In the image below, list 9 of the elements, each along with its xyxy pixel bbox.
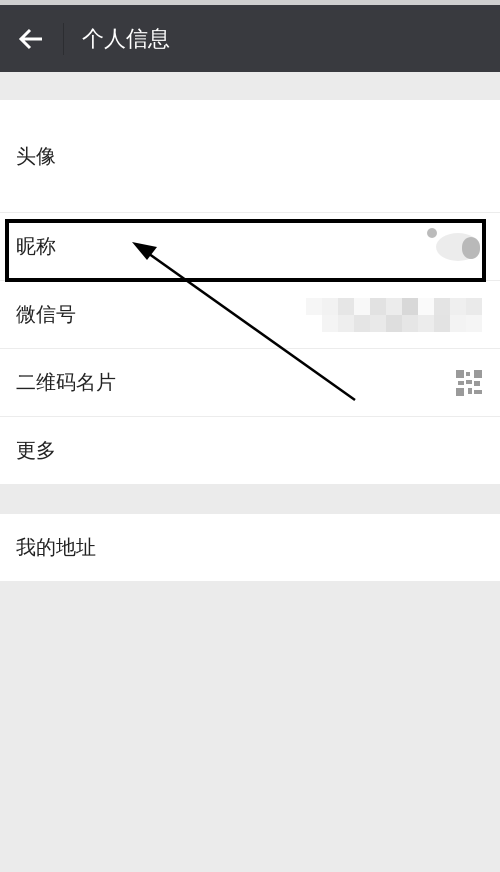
- row-label[interactable]: 头像: [16, 142, 56, 170]
- row-label[interactable]: 微信号: [16, 301, 76, 328]
- page-title: 个人信息: [82, 26, 170, 54]
- row-label[interactable]: 二维码名片: [16, 369, 116, 396]
- row-label[interactable]: 更多: [16, 437, 56, 464]
- back-icon[interactable]: [18, 28, 44, 50]
- row-label[interactable]: 我的地址: [16, 534, 96, 561]
- row-label[interactable]: 昵称: [16, 233, 56, 260]
- qr-code-icon[interactable]: [456, 370, 482, 396]
